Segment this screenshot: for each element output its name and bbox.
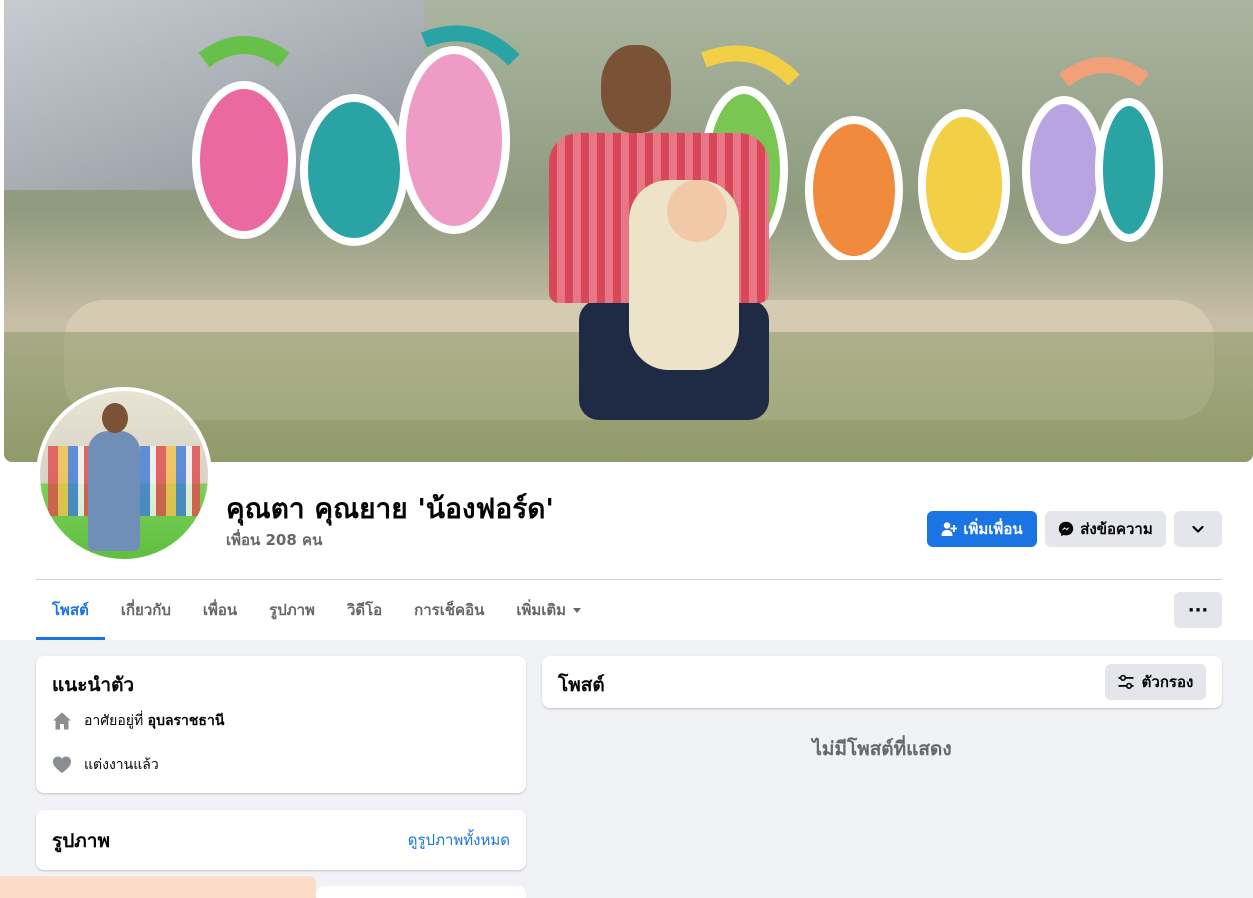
intro-card: แนะนำตัว อาศัยอยู่ที่ อุบลราชธานี แต่งงา… bbox=[36, 656, 526, 793]
add-friend-button[interactable]: เพิ่มเพื่อน bbox=[927, 511, 1037, 547]
tab-checkins[interactable]: การเช็คอิน bbox=[398, 580, 500, 640]
photos-card: รูปภาพ ดูรูปภาพทั้งหมด bbox=[36, 810, 526, 870]
cover-person bbox=[549, 45, 769, 455]
tab-label: โพสต์ bbox=[52, 601, 89, 619]
avatar bbox=[40, 391, 208, 559]
profile-options-button[interactable] bbox=[1174, 511, 1222, 547]
tab-label: เพิ่มเติม bbox=[516, 601, 567, 619]
add-friend-label: เพิ่มเพื่อน bbox=[963, 520, 1023, 538]
tab-label: การเช็คอิน bbox=[414, 601, 485, 619]
photos-title: รูปภาพ bbox=[52, 830, 110, 852]
add-friend-icon bbox=[941, 522, 958, 536]
dropdown-caret-icon bbox=[573, 608, 582, 613]
tab-more[interactable]: เพิ่มเติม bbox=[500, 580, 598, 640]
lives-in-row: อาศัยอยู่ที่ อุบลราชธานี bbox=[52, 710, 224, 732]
chevron-down-icon bbox=[1192, 525, 1204, 533]
filter-icon bbox=[1118, 674, 1134, 689]
tab-photos[interactable]: รูปภาพ bbox=[253, 580, 331, 640]
intro-title: แนะนำตัว bbox=[52, 674, 135, 696]
tab-posts[interactable]: โพสต์ bbox=[36, 580, 105, 640]
friends-count[interactable]: เพื่อน 208 คน bbox=[226, 528, 322, 552]
relationship-text: แต่งงานแล้ว bbox=[84, 757, 159, 773]
relationship-row: แต่งงานแล้ว bbox=[52, 754, 159, 776]
tab-videos[interactable]: วิดีโอ bbox=[331, 580, 398, 640]
next-card-peek bbox=[316, 886, 526, 898]
profile-picture[interactable] bbox=[36, 387, 212, 563]
posts-title: โพสต์ bbox=[558, 674, 605, 696]
tab-about[interactable]: เกี่ยวกับ bbox=[105, 580, 187, 640]
filter-label: ตัวกรอง bbox=[1141, 673, 1194, 691]
heart-icon bbox=[53, 756, 71, 773]
bottom-overlay bbox=[0, 876, 316, 898]
tab-label: เพื่อน bbox=[202, 601, 238, 619]
messenger-icon bbox=[1059, 521, 1074, 537]
home-icon bbox=[53, 712, 71, 730]
posts-header-card: โพสต์ ตัวกรอง bbox=[542, 656, 1222, 708]
filter-button[interactable]: ตัวกรอง bbox=[1105, 664, 1206, 700]
see-all-photos-link[interactable]: ดูรูปภาพทั้งหมด bbox=[408, 828, 510, 852]
profile-name: คุณตา คุณยาย 'น้องฟอร์ด' bbox=[226, 492, 554, 525]
lives-in-prefix: อาศัยอยู่ที่ bbox=[84, 713, 144, 729]
tab-friends[interactable]: เพื่อน bbox=[187, 580, 253, 640]
tabs-more-button[interactable]: ··· bbox=[1174, 592, 1222, 628]
lives-in-text: อาศัยอยู่ที่ อุบลราชธานี bbox=[84, 710, 224, 732]
tab-label: เกี่ยวกับ bbox=[120, 601, 171, 619]
tab-label: รูปภาพ bbox=[269, 601, 315, 619]
cover-photo[interactable] bbox=[4, 0, 1253, 462]
tab-label: วิดีโอ bbox=[346, 601, 383, 619]
profile-tabs: โพสต์ เกี่ยวกับ เพื่อน รูปภาพ วิดีโอ การ… bbox=[36, 580, 598, 640]
empty-posts-message: ไม่มีโพสต์ที่แสดง bbox=[812, 738, 952, 760]
message-label: ส่งข้อความ bbox=[1080, 520, 1153, 538]
lives-in-place[interactable]: อุบลราชธานี bbox=[148, 713, 225, 729]
message-button[interactable]: ส่งข้อความ bbox=[1045, 511, 1166, 547]
